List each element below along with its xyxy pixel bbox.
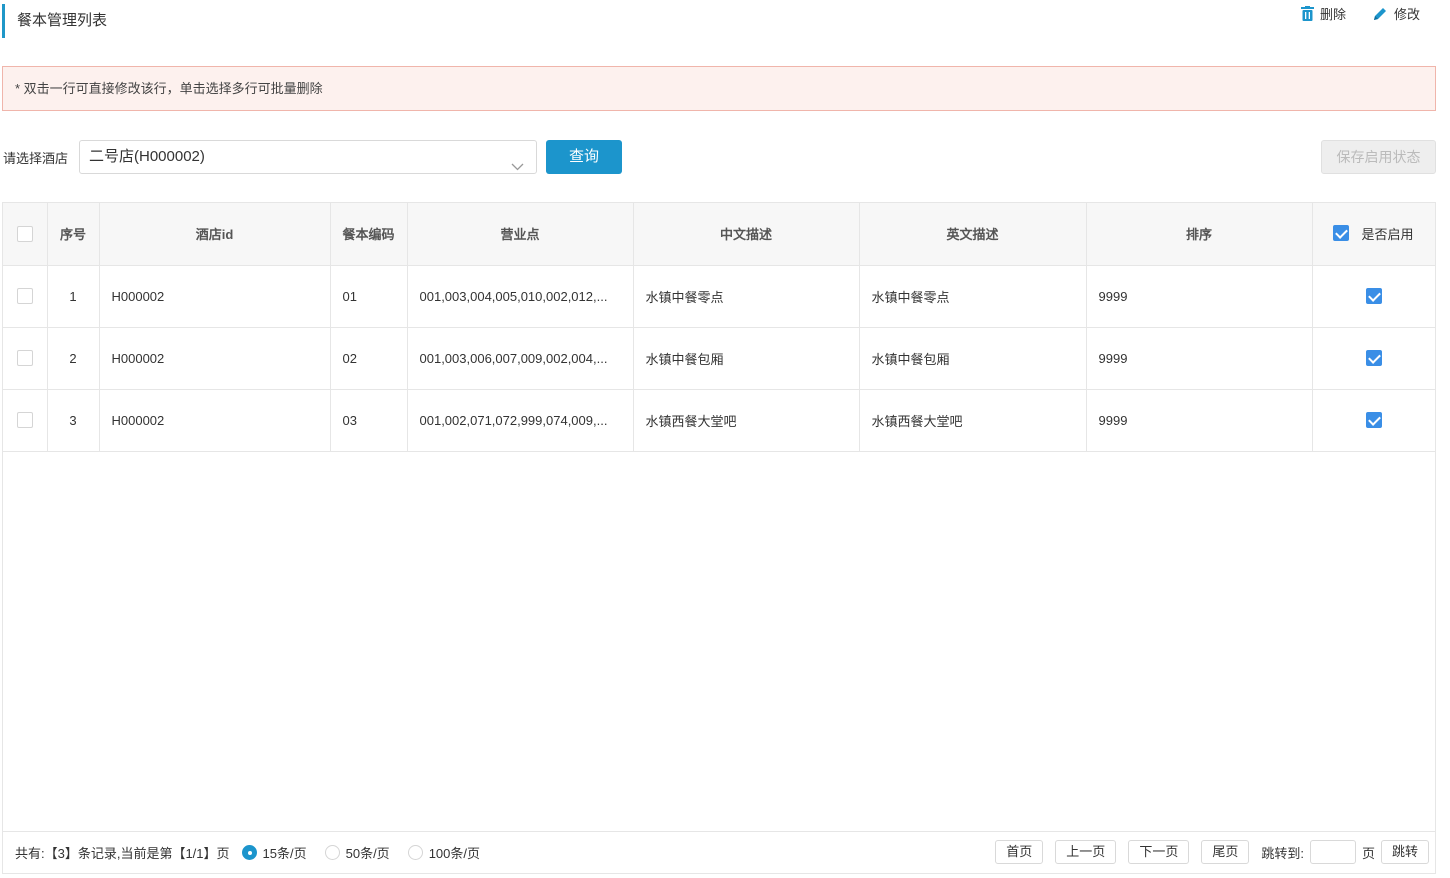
cell-sort: 9999 xyxy=(1086,265,1313,328)
header-sort[interactable]: 排序 xyxy=(1086,203,1313,266)
next-page-button[interactable]: 下一页 xyxy=(1128,840,1190,864)
page-size-50[interactable]: 50条/页 xyxy=(324,843,390,862)
cell-sort: 9999 xyxy=(1086,327,1313,390)
cell-outlets: 001,002,071,072,999,074,009,... xyxy=(407,389,634,452)
cell-cn-desc: 水镇中餐包厢 xyxy=(633,327,860,390)
table-row[interactable]: 2 H000002 02 001,003,006,007,009,002,004… xyxy=(3,327,1436,390)
jump-label: 跳转到: xyxy=(1261,845,1304,861)
meal-menu-table: 序号 酒店id 餐本编码 营业点 中文描述 英文描述 排序 是否启用 1 H00… xyxy=(3,203,1436,452)
table-row[interactable]: 3 H000002 03 001,002,071,072,999,074,009… xyxy=(3,389,1436,452)
row-select-cell xyxy=(3,327,48,390)
cell-hotel-id: H000002 xyxy=(99,265,331,328)
select-all-checkbox[interactable] xyxy=(16,226,33,243)
jump-button[interactable]: 跳转 xyxy=(1380,840,1429,864)
hotel-select-value: 二号店(H000002) xyxy=(89,148,205,165)
header-no[interactable]: 序号 xyxy=(47,203,100,266)
cell-code: 03 xyxy=(330,389,408,452)
page-unit-label: 页 xyxy=(1361,845,1375,861)
cell-hotel-id: H000002 xyxy=(99,389,331,452)
cell-sort: 9999 xyxy=(1086,389,1313,452)
query-button[interactable]: 查询 xyxy=(546,140,622,174)
header-outlets[interactable]: 营业点 xyxy=(407,203,634,266)
cell-en-desc: 水镇中餐包厢 xyxy=(859,327,1087,390)
prev-page-button[interactable]: 上一页 xyxy=(1055,840,1117,864)
page-size-100-radio[interactable] xyxy=(407,845,423,860)
page-size-15-label: 15条/页 xyxy=(262,846,307,861)
cell-en-desc: 水镇西餐大堂吧 xyxy=(859,389,1087,452)
page-size-100-label: 100条/页 xyxy=(428,846,480,861)
hotel-select-label: 请选择酒店 xyxy=(3,151,69,166)
cell-outlets: 001,003,006,007,009,002,004,... xyxy=(407,327,634,390)
notice-banner: * 双击一行可直接修改该行，单击选择多行可批量删除 xyxy=(2,66,1436,111)
page-size-50-label: 50条/页 xyxy=(345,846,390,861)
row-checkbox[interactable] xyxy=(16,350,33,367)
header-en-desc[interactable]: 英文描述 xyxy=(859,203,1087,266)
header-enable-cell: 是否启用 xyxy=(1312,203,1436,266)
delete-label: 删除 xyxy=(1319,7,1346,22)
first-page-button[interactable]: 首页 xyxy=(995,840,1044,864)
table-row[interactable]: 1 H000002 01 001,003,004,005,010,002,012… xyxy=(3,265,1436,328)
cell-code: 01 xyxy=(330,265,408,328)
cell-no: 3 xyxy=(47,389,100,452)
jump-group: 跳转到: 页 跳转 xyxy=(1261,840,1429,864)
cell-cn-desc: 水镇中餐零点 xyxy=(633,265,860,328)
jump-page-input[interactable] xyxy=(1309,840,1356,864)
page-title: 餐本管理列表 xyxy=(2,4,107,38)
trash-icon xyxy=(1300,6,1314,21)
enabled-checkbox[interactable] xyxy=(1365,288,1382,305)
cell-hotel-id: H000002 xyxy=(99,327,331,390)
enable-all-checkbox[interactable] xyxy=(1333,225,1350,241)
pencil-icon xyxy=(1372,6,1388,22)
row-checkbox[interactable] xyxy=(16,288,33,305)
enabled-checkbox[interactable] xyxy=(1365,412,1382,429)
page-size-100[interactable]: 100条/页 xyxy=(407,843,480,862)
row-select-cell xyxy=(3,389,48,452)
edit-label: 修改 xyxy=(1393,7,1420,22)
enabled-checkbox[interactable] xyxy=(1365,350,1382,367)
pagination-bar: 共有:【3】条记录,当前是第【1/1】页 15条/页 50条/页 100条/页 … xyxy=(3,831,1435,873)
record-summary: 共有:【3】条记录,当前是第【1/1】页 xyxy=(15,846,230,861)
table-header-row: 序号 酒店id 餐本编码 营业点 中文描述 英文描述 排序 是否启用 xyxy=(3,203,1436,266)
pager-controls: 首页 上一页 下一页 尾页 跳转到: 页 跳转 xyxy=(995,840,1429,864)
delete-button[interactable]: 删除 xyxy=(1300,4,1346,23)
header-enable: 是否启用 xyxy=(1333,224,1414,243)
header-enable-label: 是否启用 xyxy=(1361,226,1414,242)
row-select-cell xyxy=(3,265,48,328)
cell-enabled xyxy=(1312,265,1436,328)
cell-en-desc: 水镇中餐零点 xyxy=(859,265,1087,328)
cell-cn-desc: 水镇西餐大堂吧 xyxy=(633,389,860,452)
page-size-50-radio[interactable] xyxy=(324,845,340,860)
data-grid: 序号 酒店id 餐本编码 营业点 中文描述 英文描述 排序 是否启用 1 H00… xyxy=(2,202,1436,874)
cell-no: 1 xyxy=(47,265,100,328)
row-checkbox[interactable] xyxy=(16,412,33,429)
hotel-select[interactable]: 二号店(H000002) xyxy=(79,140,537,174)
cell-enabled xyxy=(1312,327,1436,390)
header-hotel-id[interactable]: 酒店id xyxy=(99,203,331,266)
page-size-15-radio[interactable] xyxy=(241,845,257,860)
cell-enabled xyxy=(1312,389,1436,452)
cell-no: 2 xyxy=(47,327,100,390)
edit-button[interactable]: 修改 xyxy=(1372,4,1420,23)
cell-outlets: 001,003,004,005,010,002,012,... xyxy=(407,265,634,328)
toolbar: 删除 修改 xyxy=(1300,4,1420,23)
cell-code: 02 xyxy=(330,327,408,390)
chevron-down-icon xyxy=(511,151,524,183)
last-page-button[interactable]: 尾页 xyxy=(1201,840,1250,864)
save-enable-status-button[interactable]: 保存启用状态 xyxy=(1321,140,1436,174)
header-code[interactable]: 餐本编码 xyxy=(330,203,408,266)
page-size-15[interactable]: 15条/页 xyxy=(241,843,307,862)
header-cn-desc[interactable]: 中文描述 xyxy=(633,203,860,266)
select-all-cell xyxy=(3,203,48,266)
